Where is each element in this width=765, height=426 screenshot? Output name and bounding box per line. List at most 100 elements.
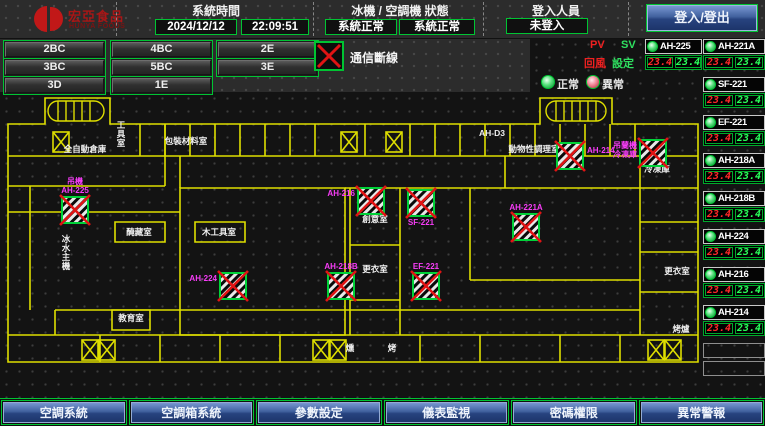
room-label: 教育室 <box>117 313 144 323</box>
floor-button-label[interactable]: 4BC <box>112 42 211 57</box>
unit-values: 23.423.4 <box>703 283 765 298</box>
pv-value: 23.4 <box>705 95 733 106</box>
unit-sf-221: SF-22123.423.4 <box>703 77 765 108</box>
unit-values: 23.423.4 <box>703 169 765 184</box>
elevator-icon <box>313 340 329 360</box>
nav-button-frame[interactable]: 空調系統 <box>1 400 127 425</box>
floor-button-label[interactable]: 5BC <box>112 60 211 75</box>
unit-values: 23.423.4 <box>703 55 765 70</box>
unit-values: 23.423.4 <box>703 321 765 336</box>
empty-unit-slot <box>703 361 765 376</box>
pv-value: 23.4 <box>705 247 733 258</box>
normal-lamp-icon <box>541 75 555 89</box>
ahu-offline-box[interactable] <box>218 271 248 301</box>
sv-value: 23.4 <box>735 57 763 68</box>
sv-value: 23.4 <box>735 133 763 144</box>
nav-button-frame[interactable]: 密碼權限 <box>511 400 637 425</box>
unit-name-box[interactable]: EF-221 <box>703 115 765 130</box>
elevator-icon <box>99 340 115 360</box>
status-lamp-icon <box>705 79 716 90</box>
floorplan: 全自動倉庫工具室包裝材料室AH-D3動物性調理室冷凍庫創意室更衣室冰水主機醃藏室… <box>0 92 700 398</box>
nav-button-frame[interactable]: 空調箱系統 <box>129 400 255 425</box>
ahu-offline-box[interactable] <box>356 186 386 216</box>
status-lamp-icon <box>705 41 716 52</box>
room-label: 烤 <box>388 343 397 353</box>
ahu-plan-label: AH-221A <box>509 203 543 212</box>
nav-button[interactable]: 異常警報 <box>641 402 763 423</box>
sv-value: 23.4 <box>735 171 763 182</box>
elevator-icon <box>82 340 98 360</box>
unit-name: AH-224 <box>718 231 748 242</box>
nav-button-frame[interactable]: 參數設定 <box>256 400 382 425</box>
unit-name-box[interactable]: AH-224 <box>703 229 765 244</box>
unit-name-box[interactable]: AH-225 <box>645 39 702 54</box>
ahu-plan-label: 吊蘭機冷凍庫 <box>613 140 637 159</box>
nav-button[interactable]: 空調箱系統 <box>131 402 253 423</box>
ahu-offline-box[interactable] <box>411 271 441 301</box>
ahu-offline-box[interactable] <box>555 141 585 171</box>
ahu-offline-box[interactable] <box>511 212 541 242</box>
nav-button-frame[interactable]: 儀表監視 <box>384 400 510 425</box>
status-lamp-icon <box>647 41 658 52</box>
floor-button-label[interactable]: 2BC <box>5 42 104 57</box>
abnormal-lamp-icon <box>586 75 600 89</box>
floor-button-2bc[interactable]: 2BC <box>3 40 106 59</box>
unit-ah-216: AH-21623.423.4 <box>703 267 765 298</box>
sv-value: 23.4 <box>735 323 763 334</box>
header-divider <box>628 2 629 36</box>
floor-button-4bc[interactable]: 4BC <box>110 40 213 59</box>
unit-name: AH-218B <box>718 193 755 204</box>
unit-values: 23.423.4 <box>703 245 765 260</box>
room-label: 醃藏室 <box>126 227 152 237</box>
unit-ah-221a: AH-221A23.423.4 <box>703 39 765 70</box>
abnormal-label: 異常 <box>602 76 624 92</box>
ahu-plan-label: 吊機AH-225 <box>61 176 89 195</box>
unit-ef-221: EF-22123.423.4 <box>703 115 765 146</box>
unit-name: SF-221 <box>718 79 747 90</box>
unit-name-box[interactable]: AH-221A <box>703 39 765 54</box>
sv-value: 23.4 <box>735 209 763 220</box>
unit-ah-225: AH-22523.423.4 <box>645 39 702 70</box>
floor-button-label[interactable]: 1E <box>112 78 211 93</box>
floor-button-3bc[interactable]: 3BC <box>3 58 106 77</box>
ahu-status-value: 系統正常 <box>399 19 475 35</box>
bottom-nav-bar: 空調系統空調箱系統參數設定儀表監視密碼權限異常警報 <box>0 398 765 426</box>
unit-name-box[interactable]: SF-221 <box>703 77 765 92</box>
pv-value: 23.4 <box>705 285 733 296</box>
ahu-offline-box[interactable] <box>406 188 436 218</box>
floor-button-label[interactable]: 3E <box>218 60 317 75</box>
floor-button-label[interactable]: 2E <box>218 42 317 57</box>
unit-name-box[interactable]: AH-214 <box>703 305 765 320</box>
pv-label: PV <box>590 39 605 51</box>
nav-button[interactable]: 空調系統 <box>3 402 125 423</box>
elevator-icon <box>330 340 346 360</box>
elevator-icon <box>341 132 357 152</box>
unit-name: AH-214 <box>718 307 748 318</box>
comm-offline-label: 通信斷線 <box>350 49 398 66</box>
unit-name-box[interactable]: AH-218B <box>703 191 765 206</box>
nav-button[interactable]: 參數設定 <box>258 402 380 423</box>
unit-name: EF-221 <box>718 117 747 128</box>
nav-button[interactable]: 密碼權限 <box>513 402 635 423</box>
ahu-offline-box[interactable] <box>326 271 356 301</box>
floor-button-label[interactable]: 3D <box>5 78 104 93</box>
unit-name-box[interactable]: AH-216 <box>703 267 765 282</box>
room-label: 木工具室 <box>201 227 237 237</box>
nav-button[interactable]: 儀表監視 <box>386 402 508 423</box>
unit-values: 23.423.4 <box>703 207 765 222</box>
floor-button-5bc[interactable]: 5BC <box>110 58 213 77</box>
system-date-value: 2024/12/12 <box>155 19 237 35</box>
unit-name-box[interactable]: AH-218A <box>703 153 765 168</box>
unit-values: 23.423.4 <box>645 55 702 70</box>
unit-status-panel: AH-22523.423.4 AH-221A23.423.4SF-22123.4… <box>645 39 765 397</box>
status-lamp-icon <box>705 231 716 242</box>
login-logout-button[interactable]: 登入/登出 <box>646 4 758 32</box>
floor-button-2e[interactable]: 2E <box>216 40 319 59</box>
room-label: 冰水主機 <box>61 234 71 271</box>
sv-value: 23.4 <box>735 285 763 296</box>
floor-button-3e[interactable]: 3E <box>216 58 319 77</box>
system-time-value: 22:09:51 <box>241 19 309 35</box>
ahu-offline-box[interactable] <box>60 195 90 225</box>
nav-button-frame[interactable]: 異常警報 <box>639 400 765 425</box>
floor-button-label[interactable]: 3BC <box>5 60 104 75</box>
